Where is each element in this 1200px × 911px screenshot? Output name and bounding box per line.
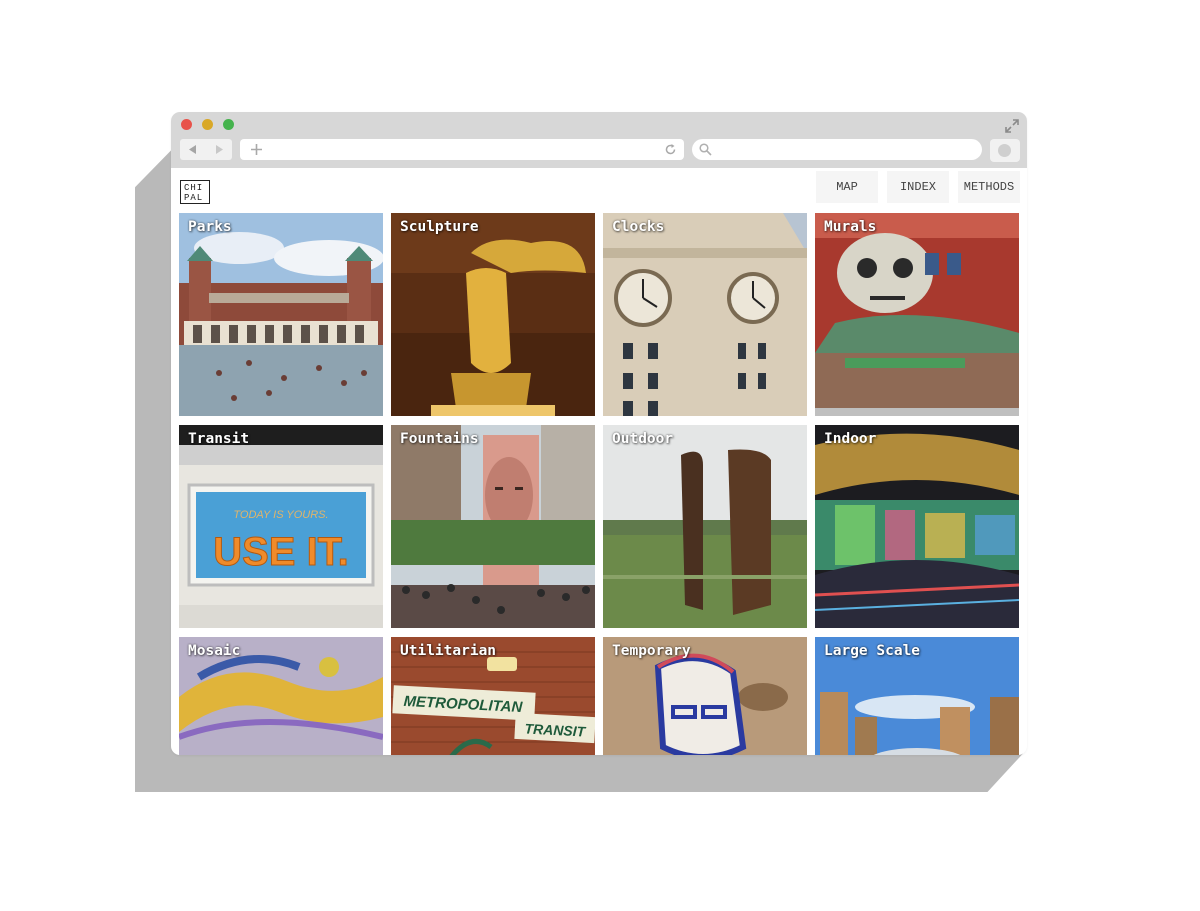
nav-methods[interactable]: METHODS xyxy=(958,171,1020,203)
tile-label: Transit xyxy=(188,431,250,447)
tile-label: Temporary xyxy=(612,643,691,659)
tile-label: Mosaic xyxy=(188,643,241,659)
category-tile-parks[interactable]: Parks xyxy=(179,213,383,416)
tile-label: Clocks xyxy=(612,219,665,235)
category-tile-sculpture[interactable]: Sculpture xyxy=(391,213,595,416)
site-logo[interactable]: CHI PAL xyxy=(180,180,210,204)
transit-photo: TODAY IS YOURS. USE IT. xyxy=(179,425,383,628)
category-tile-large-scale[interactable]: Large Scale xyxy=(815,637,1019,755)
nav-index[interactable]: INDEX xyxy=(887,171,949,203)
outdoor-photo xyxy=(603,425,807,628)
nav-map[interactable]: MAP xyxy=(816,171,878,203)
plus-icon[interactable] xyxy=(250,143,263,156)
browser-chrome xyxy=(171,112,1027,168)
category-tile-murals[interactable]: Murals xyxy=(815,213,1019,416)
reload-icon[interactable] xyxy=(664,143,677,156)
transit-sign-line-1: TODAY IS YOURS. xyxy=(233,509,328,521)
indoor-photo xyxy=(815,425,1019,628)
tile-label: Fountains xyxy=(400,431,479,447)
category-tile-transit[interactable]: TODAY IS YOURS. USE IT. Transit xyxy=(179,425,383,628)
close-button[interactable] xyxy=(181,119,192,130)
utilitarian-sign-2: TRANSIT xyxy=(524,720,587,739)
transit-sign-line-2: USE IT. xyxy=(213,530,349,574)
tile-label: Sculpture xyxy=(400,219,479,235)
logo-line-2: PAL xyxy=(184,193,204,203)
category-tile-indoor[interactable]: Indoor xyxy=(815,425,1019,628)
expand-icon[interactable] xyxy=(1004,118,1020,134)
extension-button[interactable] xyxy=(990,139,1020,162)
parks-photo xyxy=(179,213,383,416)
extension-icon xyxy=(998,144,1011,157)
minimize-button[interactable] xyxy=(202,119,213,130)
forward-arrow-icon xyxy=(216,145,223,154)
category-tile-fountains[interactable]: Fountains xyxy=(391,425,595,628)
tile-label: Parks xyxy=(188,219,232,235)
address-bar[interactable] xyxy=(240,139,684,160)
tile-label: Murals xyxy=(824,219,877,235)
murals-photo xyxy=(815,213,1019,416)
tile-label: Large Scale xyxy=(824,643,921,659)
search-icon xyxy=(699,143,712,156)
browser-window: CHI PAL MAP INDEX METHODS Parks Sculptur… xyxy=(171,112,1027,755)
sculpture-photo xyxy=(391,213,595,416)
tile-label: Utilitarian xyxy=(400,643,497,659)
category-tile-temporary[interactable]: Temporary xyxy=(603,637,807,755)
forward-button[interactable] xyxy=(206,139,232,160)
category-tile-mosaic[interactable]: Mosaic xyxy=(179,637,383,755)
category-tile-outdoor[interactable]: Outdoor xyxy=(603,425,807,628)
logo-line-1: CHI xyxy=(184,183,204,193)
fountains-photo xyxy=(391,425,595,628)
back-button[interactable] xyxy=(180,139,206,160)
zoom-button[interactable] xyxy=(223,119,234,130)
category-tile-utilitarian[interactable]: METROPOLITAN TRANSIT Utilitarian xyxy=(391,637,595,755)
search-field[interactable] xyxy=(692,139,982,160)
category-tile-clocks[interactable]: Clocks xyxy=(603,213,807,416)
back-arrow-icon xyxy=(189,145,196,154)
tile-label: Indoor xyxy=(824,431,877,447)
history-nav xyxy=(180,139,232,160)
tile-label: Outdoor xyxy=(612,431,674,447)
clocks-photo xyxy=(603,213,807,416)
